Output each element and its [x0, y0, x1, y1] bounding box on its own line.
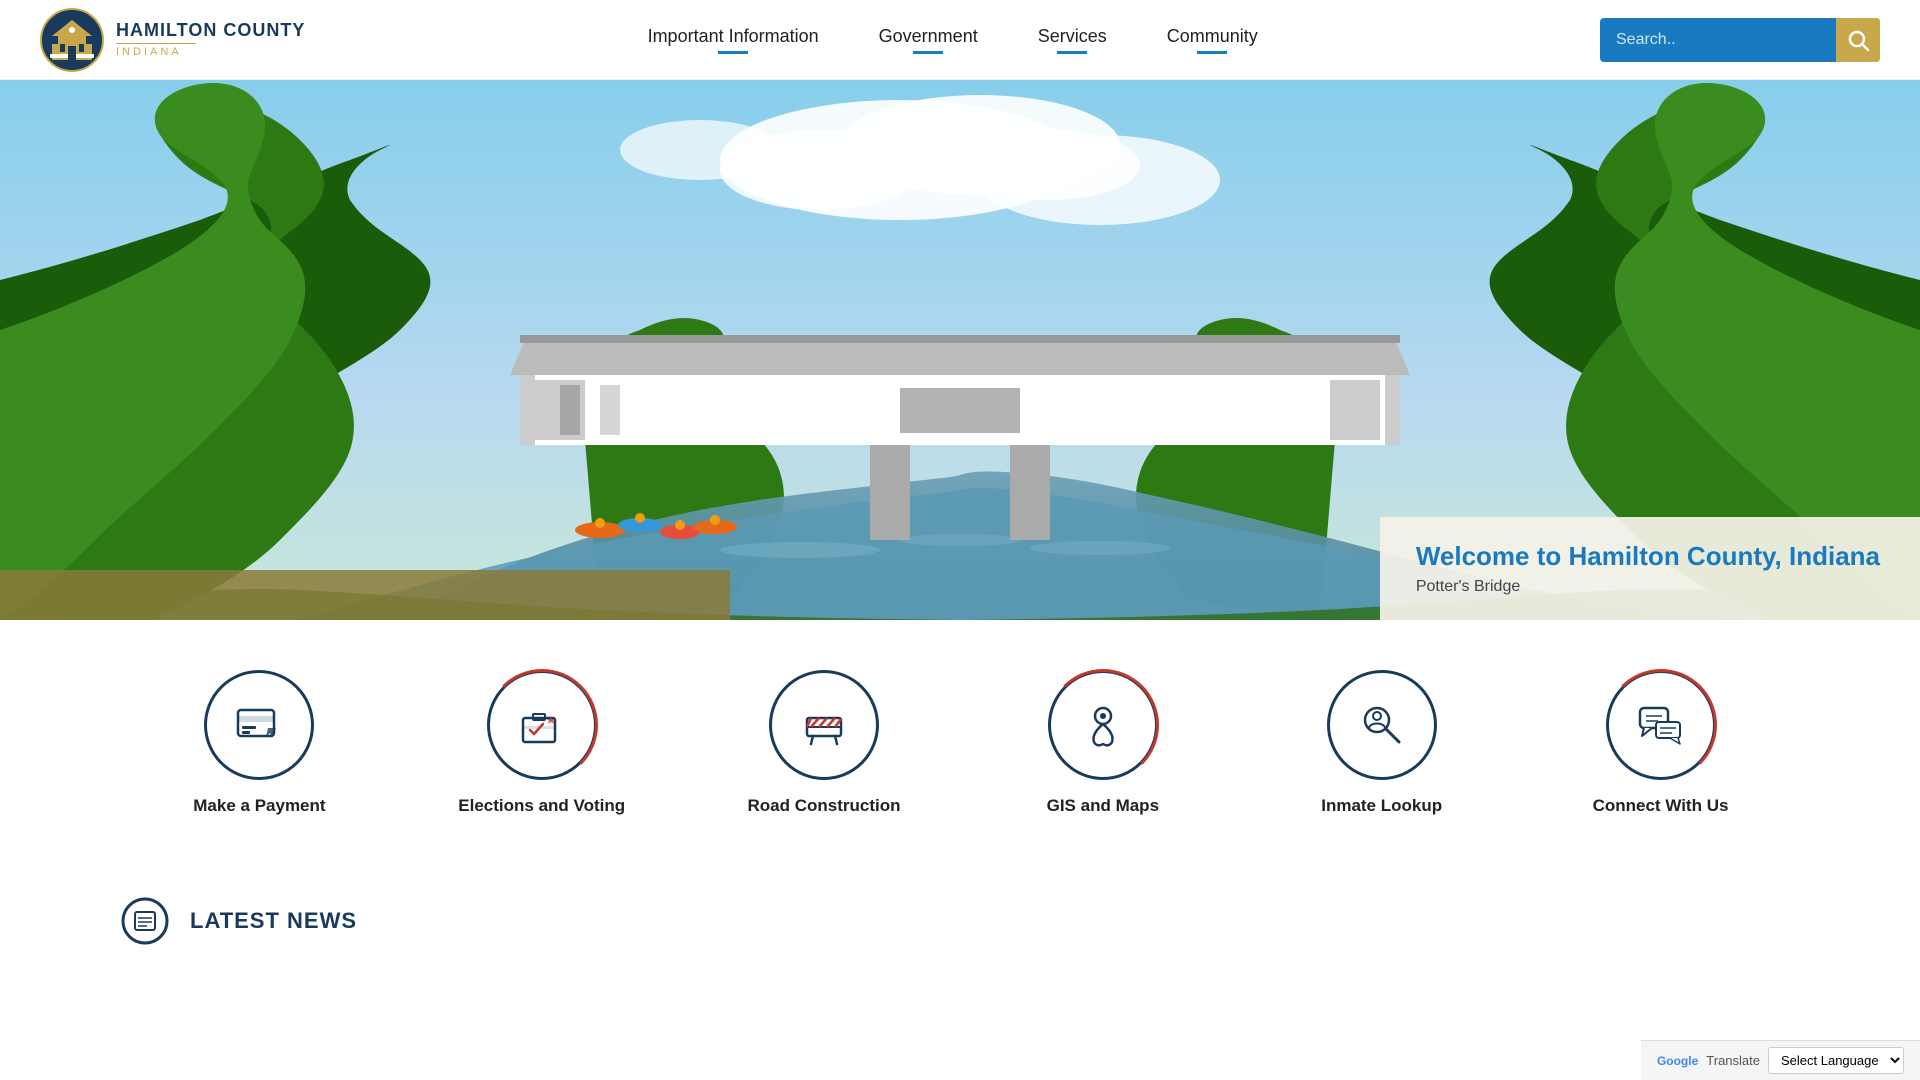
nav-services[interactable]: Services: [1038, 18, 1107, 62]
payment-icon: [232, 698, 286, 752]
search-box: [1600, 18, 1880, 62]
logo-icon: [40, 8, 104, 72]
google-logo: Google: [1657, 1054, 1698, 1068]
search-input[interactable]: [1600, 31, 1836, 49]
search-button[interactable]: [1836, 18, 1880, 62]
road-label: Road Construction: [747, 796, 900, 816]
inmate-label: Inmate Lookup: [1321, 796, 1442, 816]
quick-link-connect[interactable]: Connect With Us: [1581, 670, 1741, 816]
latest-news-label: LATEST NEWS: [190, 908, 357, 934]
logo-text: HAMILTON COUNTY INDIANA: [116, 21, 305, 58]
quick-link-payment[interactable]: Make a Payment: [179, 670, 339, 816]
connect-label: Connect With Us: [1593, 796, 1729, 816]
search-icon: [1846, 28, 1870, 52]
payment-icon-wrap: [204, 670, 314, 780]
logo-state-name: INDIANA: [116, 46, 305, 58]
elections-icon-wrap: [487, 670, 597, 780]
quick-link-elections[interactable]: Elections and Voting: [458, 670, 625, 816]
connect-icon-wrap: [1606, 670, 1716, 780]
latest-news-icon: [120, 896, 170, 946]
quick-links-section: Make a Payment Elections and Voting: [0, 620, 1920, 866]
gis-icon: [1076, 698, 1130, 752]
road-icon: [797, 698, 851, 752]
gis-label: GIS and Maps: [1047, 796, 1159, 816]
main-nav: Important Information Government Service…: [305, 18, 1600, 62]
inmate-icon-wrap: [1327, 670, 1437, 780]
elections-icon: [515, 698, 569, 752]
logo-county-name: HAMILTON COUNTY: [116, 21, 305, 41]
header: HAMILTON COUNTY INDIANA Important Inform…: [0, 0, 1920, 80]
translate-text: Translate: [1706, 1053, 1760, 1068]
quick-link-gis[interactable]: GIS and Maps: [1023, 670, 1183, 816]
connect-icon: [1634, 698, 1688, 752]
road-icon-wrap: [769, 670, 879, 780]
hero-section: Welcome to Hamilton County, Indiana Pott…: [0, 80, 1920, 620]
nav-community[interactable]: Community: [1167, 18, 1258, 62]
language-select[interactable]: Select Language: [1768, 1047, 1904, 1074]
welcome-subtitle: Potter's Bridge: [1416, 578, 1880, 596]
elections-label: Elections and Voting: [458, 796, 625, 816]
search-area: [1600, 18, 1880, 62]
quick-link-road[interactable]: Road Construction: [744, 670, 904, 816]
translate-bar: Google Translate Select Language: [1641, 1040, 1920, 1080]
nav-government[interactable]: Government: [879, 18, 978, 62]
welcome-overlay: Welcome to Hamilton County, Indiana Pott…: [1380, 517, 1920, 620]
gis-icon-wrap: [1048, 670, 1158, 780]
nav-important-info[interactable]: Important Information: [648, 18, 819, 62]
inmate-icon: [1355, 698, 1409, 752]
quick-link-inmate[interactable]: Inmate Lookup: [1302, 670, 1462, 816]
logo-area[interactable]: HAMILTON COUNTY INDIANA: [40, 8, 305, 72]
latest-news-strip: LATEST NEWS: [0, 866, 1920, 956]
welcome-title: Welcome to Hamilton County, Indiana: [1416, 541, 1880, 572]
payment-label: Make a Payment: [193, 796, 325, 816]
